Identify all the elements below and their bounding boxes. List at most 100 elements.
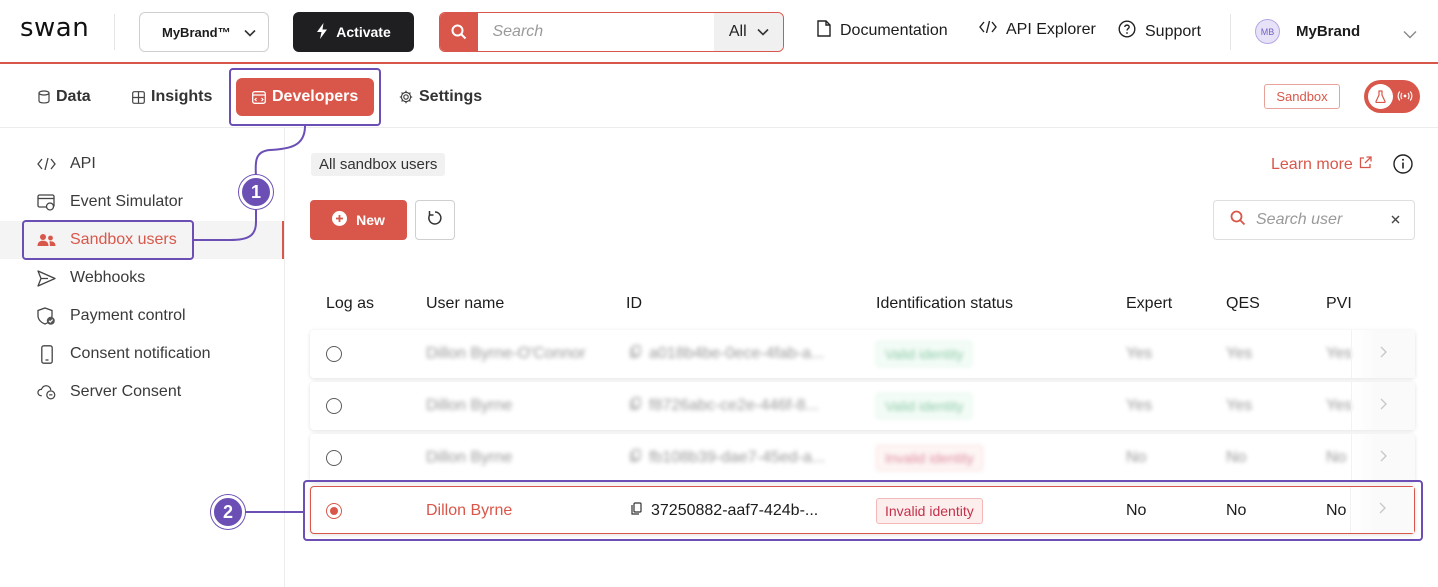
search-icon[interactable]: [440, 13, 479, 51]
refresh-button[interactable]: [415, 200, 455, 240]
copy-icon: [630, 397, 641, 415]
sandbox-mode-toggle[interactable]: [1364, 80, 1420, 113]
log-as-radio[interactable]: [326, 398, 342, 414]
row-chevron[interactable]: [1351, 330, 1415, 378]
shield-check-icon: [37, 306, 56, 326]
developers-highlight: [229, 68, 381, 126]
user-name: MyBrand: [1296, 23, 1361, 40]
row-chevron[interactable]: [1351, 382, 1415, 430]
sidebar-item-api[interactable]: API: [0, 145, 284, 183]
sandbox-users-highlight: [22, 220, 194, 260]
search-user-input[interactable]: [1256, 211, 1381, 229]
status-badge: Valid identity: [876, 341, 973, 367]
flask-icon: [1368, 84, 1393, 109]
send-icon: [37, 269, 56, 287]
column-header: Expert: [1126, 295, 1173, 312]
qes-cell: Yes: [1226, 345, 1253, 362]
sidebar-item-label: Webhooks: [70, 269, 146, 286]
column-header: QES: [1226, 295, 1260, 312]
sidebar-item-label: Consent notification: [70, 345, 211, 362]
tab-data-label: Data: [56, 88, 91, 105]
chevron-right-icon: [1380, 397, 1387, 415]
sidebar-item-label: Server Consent: [70, 383, 182, 400]
column-header: Log as: [326, 295, 375, 312]
qes-cell: No: [1226, 449, 1247, 466]
expert-cell: Yes: [1126, 345, 1153, 362]
documentation-label: Documentation: [840, 22, 948, 39]
divider: [114, 14, 115, 50]
event-simulator-icon: [37, 193, 56, 211]
avatar: MB: [1255, 19, 1280, 44]
brand-select[interactable]: MyBrand™: [139, 12, 269, 52]
sidebar-item-label: Payment control: [70, 307, 186, 324]
learn-more-label: Learn more: [1271, 156, 1353, 173]
expert-cell: No: [1126, 449, 1147, 466]
chevron-right-icon: [1380, 449, 1387, 467]
qes-cell: Yes: [1226, 397, 1253, 414]
phone-icon: [37, 344, 56, 364]
cloud-icon: [37, 384, 56, 400]
lightning-icon: [316, 22, 328, 42]
support-link[interactable]: Support: [1118, 20, 1201, 43]
sidebar-item-server-consent[interactable]: Server Consent: [0, 373, 284, 411]
top-bar: swan MyBrand™ Activate All Documentation: [0, 0, 1438, 64]
chevron-right-icon: [1380, 345, 1387, 363]
table-row[interactable]: Dillon Byrne-O'Connor a018b4be-0ece-4fab…: [310, 330, 1415, 378]
search-input[interactable]: [478, 13, 715, 51]
column-header: Identification status: [876, 295, 1013, 312]
documentation-link[interactable]: Documentation: [817, 20, 948, 42]
id-cell: a018b4be-0ece-4fab-a...: [630, 330, 824, 378]
divider: [1230, 14, 1231, 50]
brand-select-label: MyBrand™: [162, 24, 231, 40]
sidebar-item-payment-control[interactable]: Payment control: [0, 297, 284, 335]
code-icon: [37, 157, 56, 171]
copy-icon: [630, 345, 641, 363]
database-icon: [38, 90, 50, 104]
user-name-cell: Dillon Byrne: [426, 449, 513, 466]
insights-icon: [132, 90, 145, 104]
activate-label: Activate: [336, 24, 391, 40]
table-row[interactable]: Dillon Byrne f8726abc-ce2e-446f-8... Val…: [310, 382, 1415, 430]
selected-row-highlight: [303, 480, 1423, 541]
expert-cell: Yes: [1126, 397, 1153, 414]
new-user-button[interactable]: New: [310, 200, 407, 240]
tab-data[interactable]: Data: [38, 78, 91, 116]
user-name-cell: Dillon Byrne: [426, 397, 513, 414]
chevron-down-icon[interactable]: [1403, 26, 1417, 44]
search-scope-select[interactable]: All: [714, 13, 783, 51]
clear-icon[interactable]: [1391, 211, 1400, 229]
status-badge: Invalid identity: [876, 445, 983, 471]
global-search: All: [439, 12, 784, 52]
api-explorer-link[interactable]: API Explorer: [979, 20, 1096, 39]
sandbox-badge: Sandbox: [1264, 84, 1340, 109]
sidebar-item-webhooks[interactable]: Webhooks: [0, 259, 284, 297]
tab-insights[interactable]: Insights: [132, 78, 212, 116]
table-row[interactable]: Dillon Byrne fb108b39-dae7-45ed-a... Inv…: [310, 434, 1415, 482]
main-nav: Data Insights Developers Settings Sandbo…: [0, 66, 1438, 128]
id-cell: fb108b39-dae7-45ed-a...: [630, 434, 825, 482]
activate-button[interactable]: Activate: [293, 12, 414, 52]
breadcrumb[interactable]: All sandbox users: [311, 153, 446, 176]
chevron-down-icon: [757, 23, 769, 41]
row-chevron[interactable]: [1351, 434, 1415, 482]
id-value: fb108b39-dae7-45ed-a...: [649, 449, 826, 466]
document-icon: [817, 20, 831, 42]
log-as-radio[interactable]: [326, 346, 342, 362]
log-as-radio[interactable]: [326, 450, 342, 466]
swan-logo[interactable]: swan: [20, 13, 89, 43]
tab-insights-label: Insights: [151, 88, 213, 105]
callout-1: 1: [239, 175, 273, 209]
refresh-icon: [427, 210, 443, 231]
sidebar-item-consent-notification[interactable]: Consent notification: [0, 335, 284, 373]
column-header[interactable]: User name: [426, 295, 504, 313]
pvi-cell: Yes: [1326, 345, 1353, 362]
user-menu[interactable]: MB MyBrand: [1255, 19, 1360, 44]
info-icon[interactable]: [1393, 154, 1413, 179]
api-explorer-label: API Explorer: [1006, 20, 1096, 38]
id-value: a018b4be-0ece-4fab-a...: [649, 345, 825, 362]
search-icon: [1230, 210, 1246, 231]
sidebar-item-label: Event Simulator: [70, 193, 183, 210]
tab-settings[interactable]: Settings: [399, 78, 482, 116]
learn-more-link[interactable]: Learn more: [1271, 156, 1372, 174]
copy-icon: [630, 449, 641, 467]
